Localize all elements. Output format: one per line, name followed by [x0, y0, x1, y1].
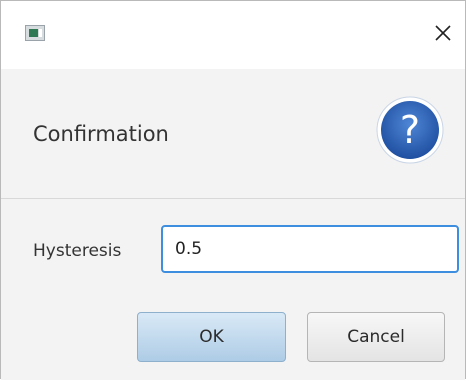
dialog-window: Confirmation ? Hysteresis OK Cancel — [0, 0, 466, 380]
dialog-header: Confirmation ? — [1, 69, 465, 199]
title-bar — [1, 1, 465, 69]
question-glyph: ? — [400, 108, 420, 152]
app-icon — [25, 25, 45, 41]
dialog-body: Hysteresis OK Cancel — [1, 199, 465, 380]
ok-button[interactable]: OK — [137, 312, 286, 362]
question-mark-icon: ? — [376, 96, 444, 164]
hysteresis-label: Hysteresis — [33, 241, 122, 261]
hysteresis-input[interactable] — [161, 225, 459, 273]
close-icon — [435, 25, 451, 41]
dialog-title: Confirmation — [33, 122, 169, 146]
close-button[interactable] — [429, 19, 457, 47]
cancel-button[interactable]: Cancel — [307, 312, 445, 362]
